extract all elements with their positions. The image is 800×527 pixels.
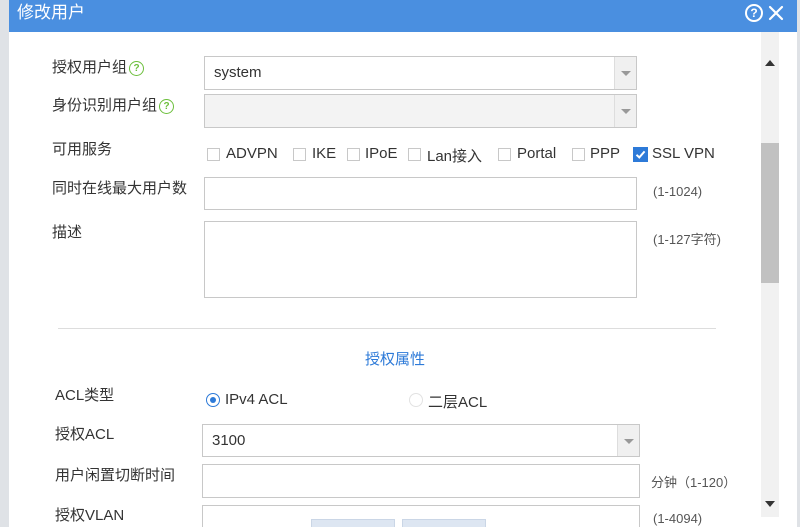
identity-group-select[interactable] <box>204 94 637 128</box>
service-checkbox-ike[interactable] <box>293 148 306 161</box>
services-label: 可用服务 <box>52 141 113 158</box>
dialog-content: 授权用户组? system 身份识别用户组? 可用服务 ADVPN IKE IP… <box>9 32 761 527</box>
identity-group-label: 身份识别用户组? <box>52 94 175 115</box>
service-label-ppp: PPP <box>590 145 621 162</box>
acl-type-ipv4-label: IPv4 ACL <box>225 391 288 408</box>
idle-cut-label: 用户闲置切断时间 <box>55 467 176 484</box>
help-icon[interactable]: ? <box>745 4 763 22</box>
max-online-hint: (1-1024) <box>653 184 703 199</box>
chevron-down-icon[interactable] <box>614 57 636 89</box>
scroll-down-icon[interactable] <box>765 501 775 507</box>
scrollbar-thumb[interactable] <box>761 143 779 283</box>
service-label-portal: Portal <box>517 145 557 162</box>
cancel-button[interactable] <box>402 519 486 527</box>
acl-type-radio-ipv4[interactable] <box>206 393 220 407</box>
vertical-scrollbar[interactable] <box>761 32 779 517</box>
dialog-title-bar: 修改用户 ? <box>9 0 797 32</box>
service-checkbox-portal[interactable] <box>498 148 511 161</box>
user-group-select[interactable]: system <box>204 56 637 90</box>
idle-cut-hint: 分钟（1-120） <box>651 475 737 490</box>
description-hint: (1-127字符) <box>653 232 721 247</box>
vlan-hint: (1-4094) <box>653 511 703 526</box>
chevron-down-icon[interactable] <box>614 95 636 127</box>
auth-section-title: 授权属性 <box>365 351 426 368</box>
user-group-label: 授权用户组? <box>52 56 145 77</box>
chevron-down-icon[interactable] <box>617 425 639 456</box>
section-divider <box>58 328 716 329</box>
ok-button[interactable] <box>311 519 395 527</box>
acl-label: 授权ACL <box>55 426 115 443</box>
checkmark-icon <box>635 150 646 159</box>
service-label-ipoe: IPoE <box>365 145 398 162</box>
acl-value: 3100 <box>212 432 246 449</box>
acl-select[interactable]: 3100 <box>202 424 640 457</box>
max-online-label: 同时在线最大用户数 <box>52 180 188 197</box>
dialog-title: 修改用户 <box>17 3 85 22</box>
help-icon[interactable]: ? <box>159 99 175 114</box>
service-label-ike: IKE <box>312 145 337 162</box>
service-label-sslvpn: SSL VPN <box>652 145 715 162</box>
help-icon[interactable]: ? <box>129 61 145 76</box>
service-checkbox-sslvpn[interactable] <box>633 147 648 162</box>
vlan-label: 授权VLAN <box>55 507 125 524</box>
service-checkbox-ipoe[interactable] <box>347 148 360 161</box>
description-label: 描述 <box>52 224 83 241</box>
service-checkbox-lan[interactable] <box>408 148 421 161</box>
acl-type-label: ACL类型 <box>55 387 115 404</box>
user-group-value: system <box>214 64 262 81</box>
scroll-up-icon[interactable] <box>765 60 775 66</box>
idle-cut-input[interactable] <box>202 464 640 498</box>
modify-user-dialog: 修改用户 ? 授权用户组? system 身份识别用户组? 可用服务 ADVPN… <box>9 0 797 527</box>
service-checkbox-ppp[interactable] <box>572 148 585 161</box>
service-label-advpn: ADVPN <box>226 145 278 162</box>
max-online-input[interactable] <box>204 177 637 210</box>
description-textarea[interactable] <box>204 221 637 298</box>
acl-type-radio-l2[interactable] <box>409 393 423 407</box>
acl-type-l2-label: 二层ACL <box>428 394 488 411</box>
service-label-lan: Lan接入 <box>427 148 483 165</box>
service-checkbox-advpn[interactable] <box>207 148 220 161</box>
close-icon[interactable] <box>766 3 786 23</box>
